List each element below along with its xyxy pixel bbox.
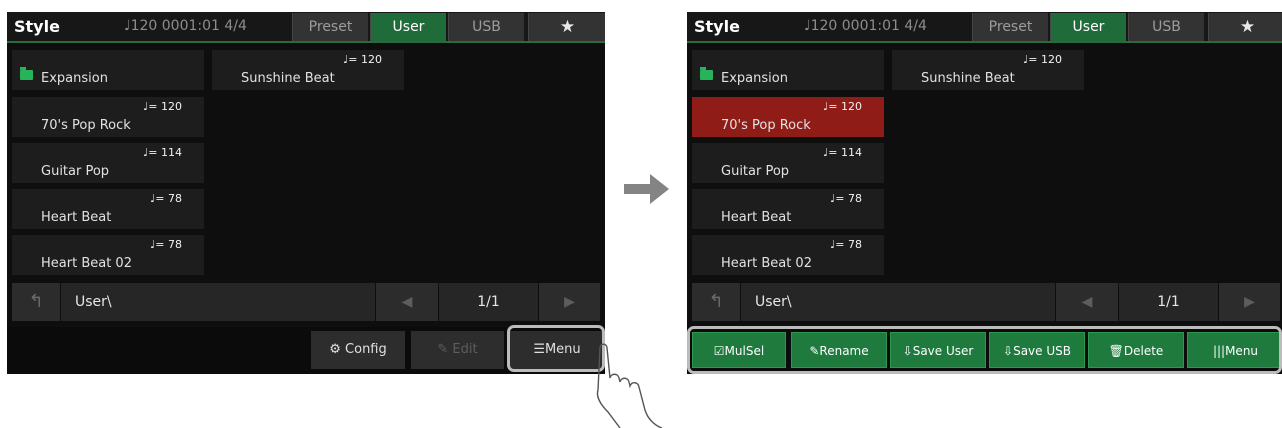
item-tempo: ♩= 114 (143, 146, 182, 159)
item-name: Heart Beat 02 (41, 256, 132, 271)
path-navigation: ↰ User\ ◀ 1/1 ▶ (692, 283, 1280, 321)
item-tempo: ♩= 78 (830, 238, 862, 251)
item-name: Expansion (41, 71, 108, 86)
list-item[interactable]: ♩= 120 Sunshine Beat (892, 50, 1084, 90)
favorite-star-icon[interactable]: ★ (528, 13, 605, 41)
list-item[interactable]: ♩= 78 Heart Beat 02 (12, 235, 204, 275)
next-page-button[interactable]: ▶ (539, 283, 600, 321)
item-name: Heart Beat (721, 210, 792, 225)
prev-page-button[interactable]: ◀ (1056, 283, 1118, 321)
item-name: 70's Pop Rock (41, 118, 131, 133)
item-name: Guitar Pop (721, 164, 790, 179)
item-name: Guitar Pop (41, 164, 110, 179)
list-item-folder[interactable]: Expansion (12, 50, 204, 90)
item-name: Sunshine Beat (241, 71, 335, 86)
list-item[interactable]: ♩= 114 Guitar Pop (12, 143, 204, 183)
back-button[interactable]: ↰ (692, 283, 740, 321)
page-indicator: 1/1 (439, 283, 538, 321)
item-name: Expansion (721, 71, 788, 86)
tab-usb[interactable]: USB (448, 13, 524, 41)
current-path: User\ (61, 283, 375, 321)
tempo-readout: ♩120 0001:01 4/4 (124, 18, 247, 34)
tab-preset[interactable]: Preset (292, 13, 368, 41)
list-item[interactable]: ♩= 78 Heart Beat (692, 189, 884, 229)
item-tempo: ♩= 114 (823, 146, 862, 159)
list-item-folder[interactable]: Expansion (692, 50, 884, 90)
next-page-button[interactable]: ▶ (1219, 283, 1280, 321)
item-tempo: ♩= 120 (343, 53, 382, 66)
current-path: User\ (741, 283, 1055, 321)
page-indicator: 1/1 (1119, 283, 1218, 321)
favorite-star-icon[interactable]: ★ (1208, 13, 1282, 41)
title-bar: Style ♩120 0001:01 4/4 Preset User USB ★ (687, 12, 1282, 43)
tab-user[interactable]: User (1050, 13, 1126, 41)
edit-button[interactable]: ✎ Edit (411, 331, 504, 369)
list-item[interactable]: ♩= 78 Heart Beat 02 (692, 235, 884, 275)
folder-icon (20, 67, 33, 80)
list-item[interactable]: ♩= 78 Heart Beat (12, 189, 204, 229)
item-name: 70's Pop Rock (721, 118, 811, 133)
list-item[interactable]: ♩= 120 Sunshine Beat (212, 50, 404, 90)
item-tempo: ♩= 120 (1023, 53, 1062, 66)
style-screen-before: Style ♩120 0001:01 4/4 Preset User USB ★… (7, 12, 605, 374)
page-title: Style (14, 17, 60, 36)
style-screen-after: Style ♩120 0001:01 4/4 Preset User USB ★… (687, 12, 1282, 374)
tab-preset[interactable]: Preset (972, 13, 1048, 41)
list-item[interactable]: ♩= 120 70's Pop Rock (12, 97, 204, 137)
item-tempo: ♩= 120 (823, 100, 862, 113)
item-tempo: ♩= 120 (143, 100, 182, 113)
item-name: Heart Beat (41, 210, 112, 225)
tab-user[interactable]: User (370, 13, 446, 41)
pointing-hand-icon (596, 343, 663, 428)
item-tempo: ♩= 78 (830, 192, 862, 205)
path-navigation: ↰ User\ ◀ 1/1 ▶ (12, 283, 600, 321)
page-title: Style (694, 17, 740, 36)
config-button[interactable]: ⚙ Config (311, 331, 405, 369)
toolbar-highlight-frame (687, 326, 1282, 374)
tab-usb[interactable]: USB (1128, 13, 1204, 41)
back-button[interactable]: ↰ (12, 283, 60, 321)
item-tempo: ♩= 78 (150, 238, 182, 251)
item-name: Sunshine Beat (921, 71, 1015, 86)
item-tempo: ♩= 78 (150, 192, 182, 205)
folder-icon (700, 67, 713, 80)
list-item-selected[interactable]: ♩= 120 70's Pop Rock (692, 97, 884, 137)
arrow-right-icon (624, 174, 669, 204)
tempo-readout: ♩120 0001:01 4/4 (804, 18, 927, 34)
prev-page-button[interactable]: ◀ (376, 283, 438, 321)
title-bar: Style ♩120 0001:01 4/4 Preset User USB ★ (7, 12, 605, 43)
item-name: Heart Beat 02 (721, 256, 812, 271)
list-item[interactable]: ♩= 114 Guitar Pop (692, 143, 884, 183)
